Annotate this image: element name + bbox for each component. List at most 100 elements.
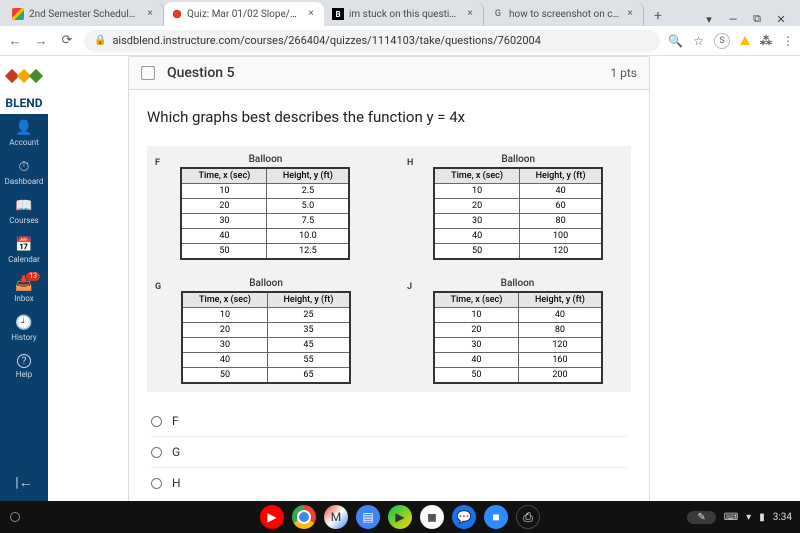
radio-input[interactable] bbox=[151, 416, 162, 427]
question-header: Question 5 1 pts bbox=[128, 56, 650, 90]
forward-button[interactable]: → bbox=[32, 32, 50, 50]
cell: 40 bbox=[520, 184, 603, 199]
minimize-icon[interactable]: — bbox=[726, 12, 740, 26]
question-number: Question 5 bbox=[167, 65, 235, 81]
drive-icon[interactable] bbox=[740, 36, 750, 45]
col-header: Time, x (sec) bbox=[182, 292, 267, 308]
account-icon: 👤 bbox=[15, 120, 32, 136]
question-points: 1 pts bbox=[610, 66, 637, 80]
wifi-icon[interactable]: ▾ bbox=[746, 512, 751, 523]
answer-option-g[interactable]: G bbox=[151, 436, 627, 467]
browser-toolbar: ← → ⟳ 🔒 aisdblend.instructure.com/course… bbox=[0, 26, 800, 56]
cell: 2.5 bbox=[267, 184, 350, 199]
blend-logo[interactable] bbox=[0, 56, 48, 96]
help-icon: ? bbox=[17, 354, 31, 368]
maximize-icon[interactable]: ⧉ bbox=[750, 12, 764, 26]
cell: 50 bbox=[182, 368, 267, 384]
dashboard-icon: ⏱ bbox=[19, 159, 30, 175]
table-h: H Balloon Time, x (sec)Height, y (ft) 10… bbox=[407, 154, 623, 260]
zoom-icon[interactable]: ■ bbox=[484, 505, 508, 529]
cell: 45 bbox=[267, 338, 350, 353]
cell: 40 bbox=[434, 353, 519, 368]
answer-option-h[interactable]: H bbox=[151, 467, 627, 498]
cell: 10 bbox=[434, 308, 519, 323]
sidebar-item-account[interactable]: 👤 Account bbox=[0, 114, 48, 153]
close-icon[interactable]: × bbox=[306, 9, 316, 19]
menu-icon[interactable]: ⋮ bbox=[782, 34, 794, 48]
chrome-icon[interactable] bbox=[292, 505, 316, 529]
browser-tab[interactable]: B im stuck on this question - Brain × bbox=[324, 2, 484, 26]
table-label: H bbox=[407, 158, 413, 168]
sidebar-item-dashboard[interactable]: ⏱ Dashboard bbox=[0, 153, 48, 192]
tab-title: im stuck on this question - Brain bbox=[349, 9, 460, 20]
sidebar-item-label: Help bbox=[16, 370, 32, 379]
star-icon[interactable]: ☆ bbox=[693, 34, 704, 48]
table-label: J bbox=[407, 282, 412, 292]
toolbar-actions: 🔍 ☆ S ⁂ ⋮ bbox=[668, 33, 794, 49]
cell: 12.5 bbox=[267, 244, 350, 260]
sidebar-item-inbox[interactable]: 13 📥 Inbox bbox=[0, 270, 48, 309]
quiz-panel: Question 5 1 pts Which graphs best descr… bbox=[128, 56, 650, 501]
extensions-icon[interactable]: ⁂ bbox=[760, 34, 772, 48]
launcher-button[interactable] bbox=[10, 512, 20, 522]
reload-button[interactable]: ⟳ bbox=[58, 32, 76, 50]
table-f: F Balloon Time, x (sec)Height, y (ft) 10… bbox=[155, 154, 371, 260]
back-button[interactable]: ← bbox=[6, 32, 24, 50]
keyboard-icon[interactable]: ⌨ bbox=[724, 512, 738, 523]
cell: 50 bbox=[181, 244, 266, 260]
browser-tab[interactable]: 2nd Semester Schedule - brando × bbox=[4, 2, 164, 26]
sidebar-item-calendar[interactable]: 📅 Calendar bbox=[0, 231, 48, 270]
radio-input[interactable] bbox=[151, 478, 162, 489]
zoom-icon[interactable]: 🔍 bbox=[668, 34, 683, 48]
docs-icon[interactable]: ▤ bbox=[356, 505, 380, 529]
cell: 35 bbox=[267, 323, 350, 338]
table-label: F bbox=[155, 158, 160, 168]
table-g: G Balloon Time, x (sec)Height, y (ft) 10… bbox=[155, 278, 371, 384]
answer-option-f[interactable]: F bbox=[151, 406, 627, 436]
address-bar[interactable]: 🔒 aisdblend.instructure.com/courses/2664… bbox=[84, 30, 660, 52]
system-tray[interactable]: ✎ ⌨ ▾ ▮ 3:34 bbox=[687, 511, 792, 524]
calendar-icon: 📅 bbox=[15, 237, 32, 253]
printer-icon[interactable]: ⎙ bbox=[516, 505, 540, 529]
close-icon[interactable]: × bbox=[625, 9, 635, 19]
table-title: Balloon bbox=[407, 154, 623, 165]
tables-image: F Balloon Time, x (sec)Height, y (ft) 10… bbox=[147, 146, 631, 392]
answer-options: F G H bbox=[147, 392, 631, 501]
sidebar-item-label: Account bbox=[9, 138, 39, 147]
close-icon[interactable]: × bbox=[145, 9, 155, 19]
col-header: Height, y (ft) bbox=[267, 168, 350, 184]
new-tab-button[interactable]: + bbox=[648, 6, 668, 26]
cell: 20 bbox=[181, 199, 266, 214]
clock[interactable]: 3:34 bbox=[773, 512, 792, 523]
cell: 65 bbox=[267, 368, 350, 384]
battery-icon[interactable]: ▮ bbox=[759, 512, 765, 523]
cell: 30 bbox=[434, 214, 519, 229]
profile-s-icon[interactable]: S bbox=[714, 33, 730, 49]
browser-tab[interactable]: Quiz: Mar 01/02 Slope/y=mx +b × bbox=[164, 2, 324, 26]
play-store-icon[interactable]: ▶ bbox=[388, 505, 412, 529]
cell: 50 bbox=[434, 244, 519, 260]
sidebar-item-history[interactable]: 🕘 History bbox=[0, 309, 48, 348]
tab-title: how to screenshot on chromebo bbox=[509, 9, 620, 20]
sidebar-collapse-button[interactable]: |← bbox=[15, 464, 32, 501]
flag-question-button[interactable] bbox=[141, 66, 155, 80]
info-icon[interactable]: ▾ bbox=[702, 12, 716, 26]
stylus-tool-icon[interactable]: ✎ bbox=[687, 511, 715, 524]
browser-tab[interactable]: G how to screenshot on chromebo × bbox=[484, 2, 644, 26]
sidebar-item-label: History bbox=[11, 333, 36, 342]
sidebar-item-courses[interactable]: 📖 Courses bbox=[0, 192, 48, 231]
roblox-icon[interactable]: ◼ bbox=[420, 505, 444, 529]
close-window-icon[interactable]: ✕ bbox=[774, 12, 788, 26]
radio-input[interactable] bbox=[151, 447, 162, 458]
youtube-icon[interactable]: ▶ bbox=[260, 505, 284, 529]
blend-logo-text: BLEND bbox=[0, 96, 48, 114]
question-prompt: Which graphs best describes the function… bbox=[147, 108, 631, 126]
balloon-table: Time, x (sec)Height, y (ft) 1025 2035 30… bbox=[181, 291, 351, 384]
sidebar-item-help[interactable]: ? Help bbox=[0, 348, 48, 385]
close-icon[interactable]: × bbox=[465, 9, 475, 19]
gmail-icon[interactable]: M bbox=[324, 505, 348, 529]
col-header: Height, y (ft) bbox=[519, 292, 602, 308]
messages-icon[interactable]: 💬 bbox=[452, 505, 476, 529]
cell: 30 bbox=[181, 214, 266, 229]
cell: 120 bbox=[520, 244, 603, 260]
